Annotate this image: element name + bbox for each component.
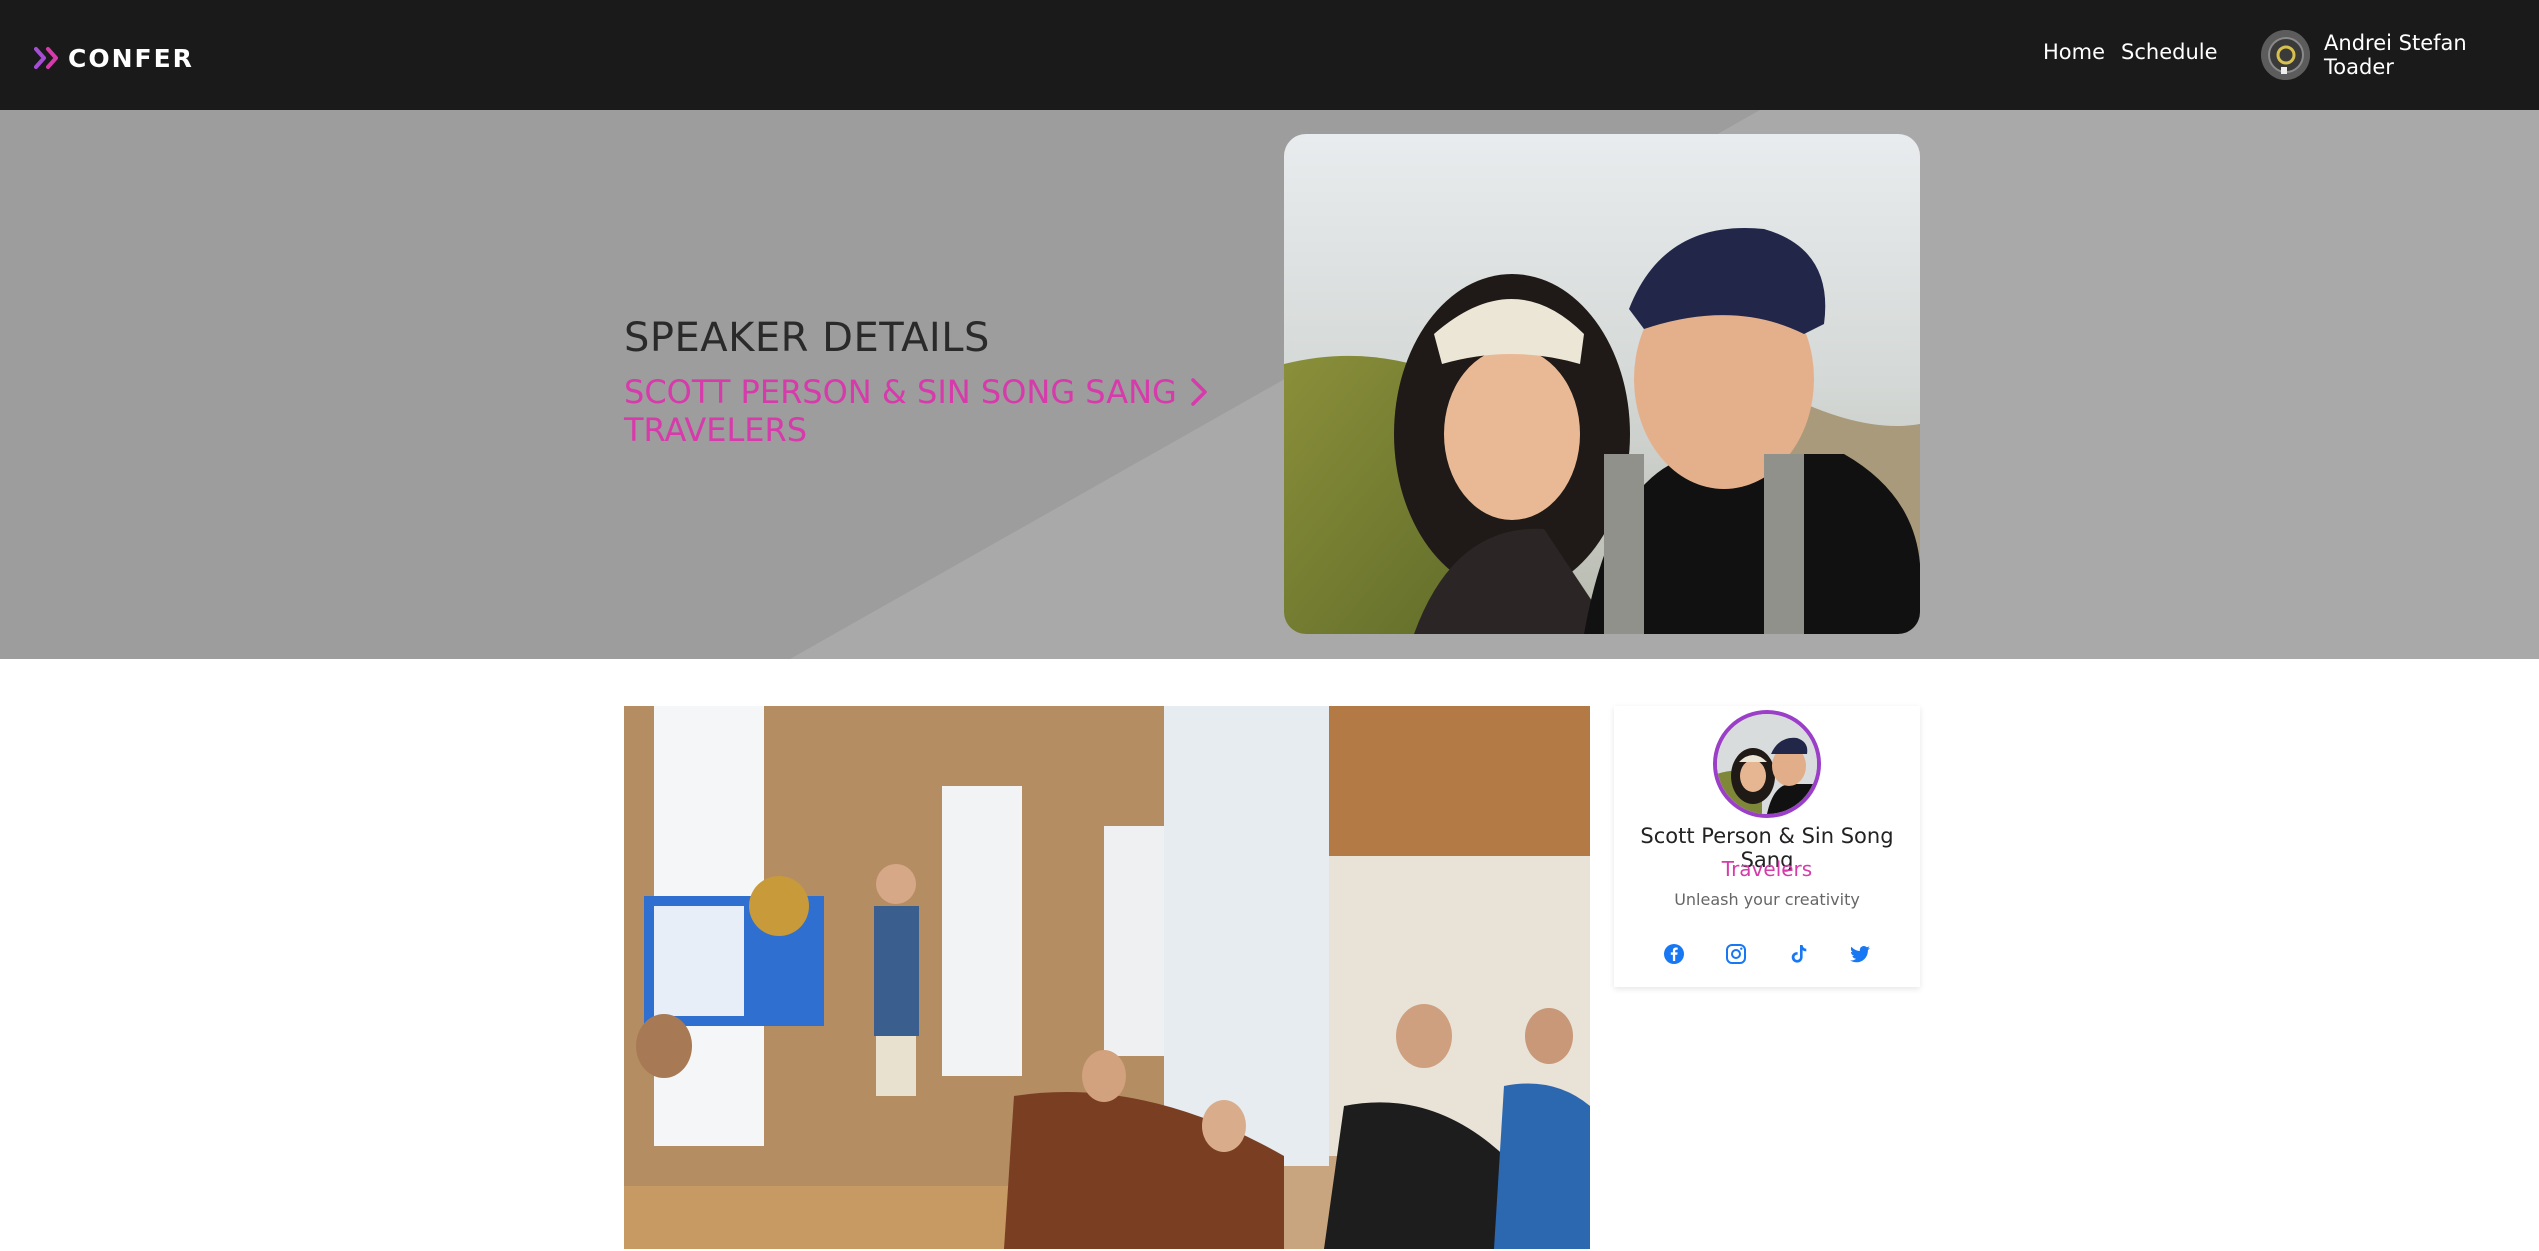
user-name: Andrei Stefan Toader — [2324, 31, 2467, 79]
speaker-breadcrumb: SCOTT PERSON & SIN SONG SANG TRAVELERS — [624, 373, 1209, 449]
brand-logo[interactable]: CONFER — [34, 38, 194, 78]
user-menu[interactable]: Andrei Stefan Toader — [2261, 29, 2539, 81]
speaker-profile-card: Scott Person & Sin Song Sang Travelers U… — [1614, 706, 1920, 987]
speaker-names: SCOTT PERSON & SIN SONG SANG — [624, 373, 1177, 411]
talk-photo — [624, 706, 1590, 1249]
top-navbar: CONFER Home Schedule Andrei Stefan Toade… — [0, 0, 2539, 110]
instagram-icon[interactable] — [1724, 942, 1748, 966]
hero-background — [0, 110, 1760, 659]
social-links — [1614, 942, 1920, 966]
page-title: SPEAKER DETAILS — [624, 315, 990, 361]
speaker-role: TRAVELERS — [624, 411, 808, 449]
speaker-photo — [1284, 134, 1920, 634]
chevron-right-icon — [1191, 378, 1207, 406]
nav-links: Home Schedule — [2043, 40, 2218, 64]
double-chevron-right-icon — [34, 47, 58, 69]
brand-name: CONFER — [68, 43, 194, 73]
hero-text: SPEAKER DETAILS SCOTT PERSON & SIN SONG … — [624, 315, 1209, 449]
tiktok-icon[interactable] — [1786, 942, 1810, 966]
hero-banner: SPEAKER DETAILS SCOTT PERSON & SIN SONG … — [0, 110, 2539, 659]
twitter-icon[interactable] — [1848, 942, 1872, 966]
speaker-avatar — [1713, 710, 1821, 818]
nav-link-home[interactable]: Home — [2043, 40, 2105, 64]
nav-link-schedule[interactable]: Schedule — [2121, 40, 2218, 64]
speaker-tagline: Unleash your creativity — [1674, 890, 1860, 909]
user-avatar[interactable] — [2261, 30, 2311, 80]
facebook-icon[interactable] — [1662, 942, 1686, 966]
speaker-role-label: Travelers — [1721, 857, 1813, 881]
